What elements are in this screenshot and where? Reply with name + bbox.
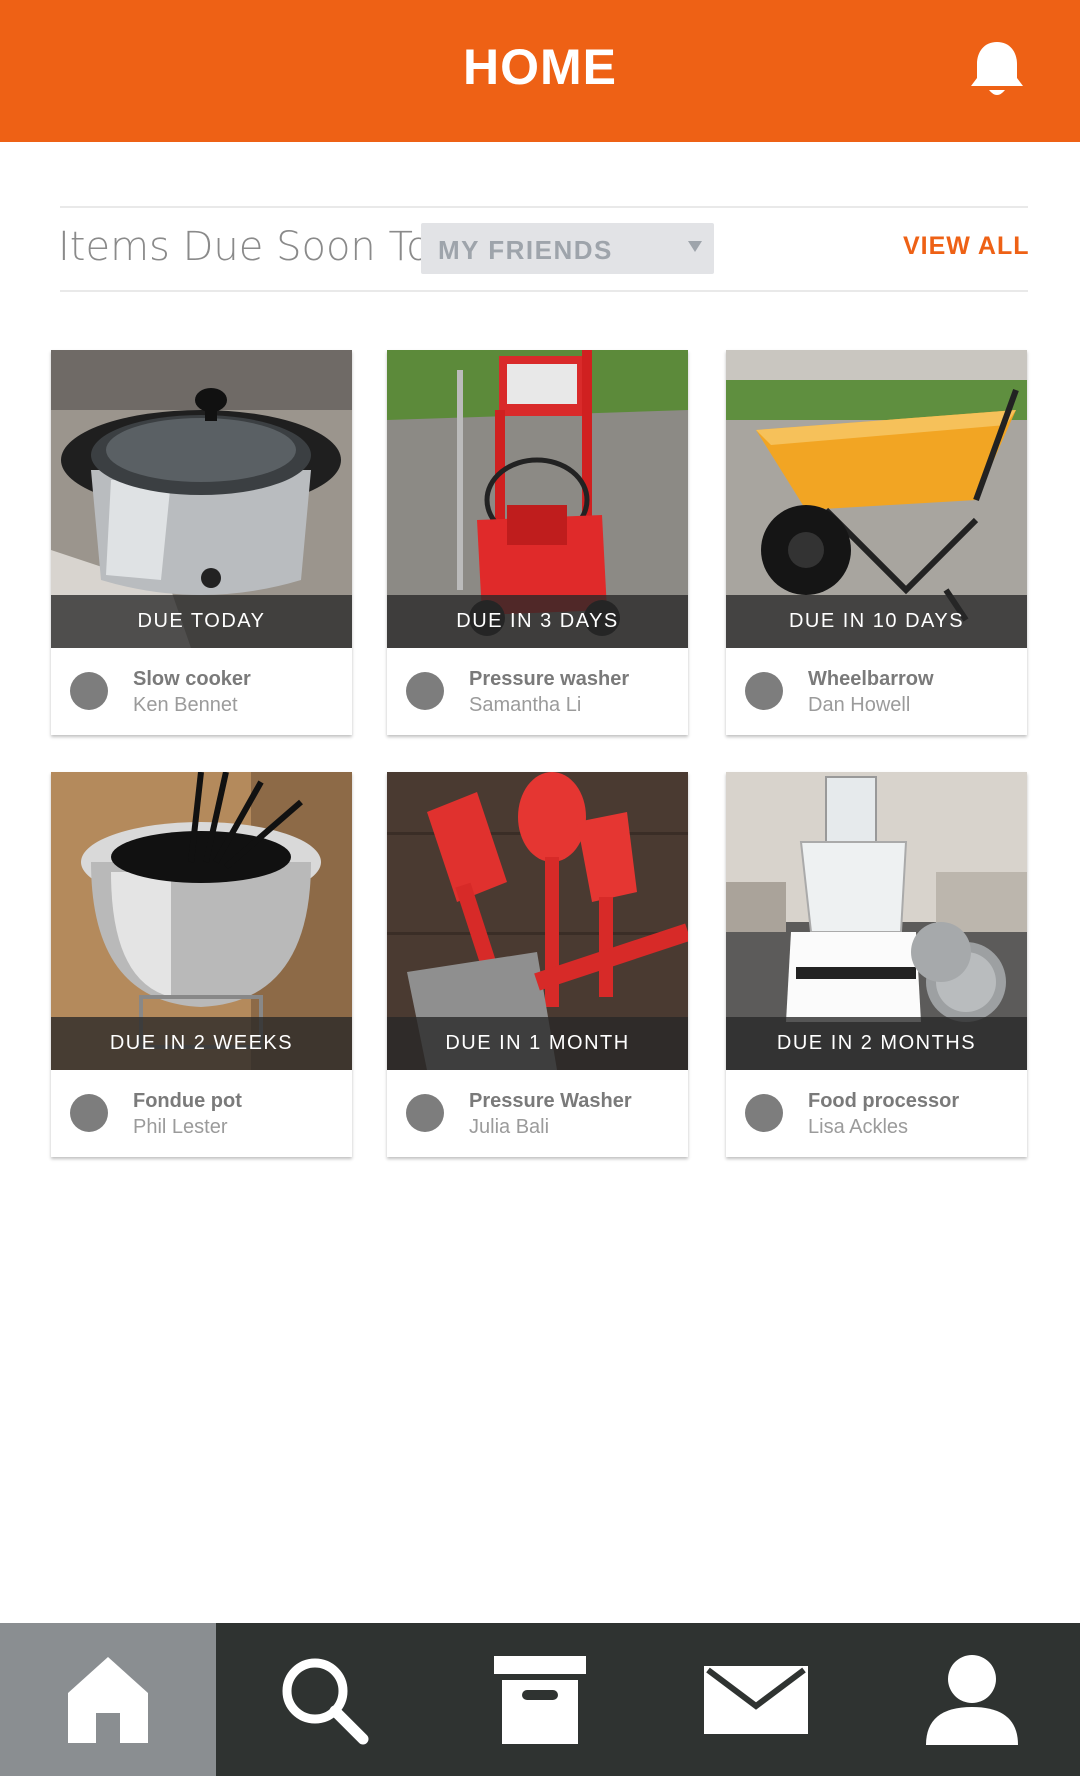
avatar [406,1094,444,1132]
item-card[interactable]: DUE IN 3 DAYS Pressure washer Samantha L… [387,350,688,735]
item-card[interactable]: DUE IN 10 DAYS Wheelbarrow Dan Howell [726,350,1027,735]
owner-name: Dan Howell [808,694,911,716]
home-icon [68,1656,148,1743]
tab-items[interactable] [432,1623,648,1776]
due-badge: DUE IN 1 MONTH [387,1017,688,1070]
mail-icon [704,1665,808,1734]
item-name: Wheelbarrow [808,668,934,690]
avatar [70,672,108,710]
dropdown-value: MY FRIENDS [438,235,613,265]
owner-name: Samantha Li [469,694,582,716]
item-name: Pressure washer [469,668,630,690]
due-badge: DUE IN 3 DAYS [387,595,688,648]
due-badge: DUE IN 10 DAYS [726,595,1027,648]
tab-profile[interactable] [864,1623,1080,1776]
tab-messages[interactable] [648,1623,864,1776]
due-badge: DUE TODAY [51,595,352,648]
avatar [745,1094,783,1132]
item-card[interactable]: DUE IN 1 MONTH Pressure Washer Julia Bal… [387,772,688,1157]
search-icon [282,1658,369,1744]
owner-name: Ken Bennet [133,694,238,716]
tab-search[interactable] [216,1623,432,1776]
due-badge: DUE IN 2 MONTHS [726,1017,1027,1070]
archive-box-icon [494,1655,586,1744]
divider [60,290,1028,292]
tab-home[interactable] [0,1623,216,1776]
profile-icon [926,1654,1018,1745]
due-badge: DUE IN 2 WEEKS [51,1017,352,1070]
item-card[interactable]: DUE TODAY Slow cooker Ken Bennet [51,350,352,735]
avatar [406,672,444,710]
section-title: Items Due Soon To [58,224,431,270]
item-card[interactable]: DUE IN 2 WEEKS Fondue pot Phil Lester [51,772,352,1157]
item-name: Pressure Washer [469,1090,632,1112]
divider [60,206,1028,208]
item-name: Food processor [808,1090,960,1112]
bell-icon[interactable] [962,36,1032,106]
chevron-down-icon [688,241,702,252]
owner-name: Phil Lester [133,1116,228,1138]
bottom-tab-bar [0,1623,1080,1776]
owner-name: Lisa Ackles [808,1116,909,1138]
item-name: Fondue pot [133,1090,242,1112]
avatar [70,1094,108,1132]
item-name: Slow cooker [133,668,251,690]
view-all-link[interactable]: VIEW ALL [903,232,1030,261]
app-header: HOME [0,0,1080,142]
page-title: HOME [463,39,617,95]
avatar [745,672,783,710]
friends-filter-dropdown[interactable]: MY FRIENDS [421,223,714,274]
owner-name: Julia Bali [469,1116,550,1138]
item-card[interactable]: DUE IN 2 MONTHS Food processor Lisa Ackl… [726,772,1027,1157]
